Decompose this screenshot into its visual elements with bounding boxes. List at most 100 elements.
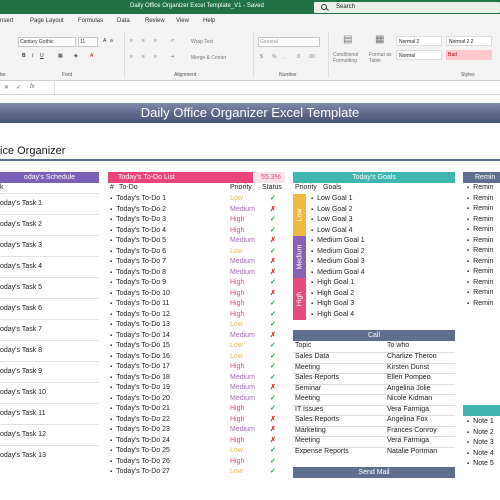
todo-status-icon[interactable]: ✓ — [270, 278, 276, 289]
todo-item[interactable]: Today's To-Do 18 — [110, 373, 228, 384]
reminder-item[interactable]: Remin — [467, 288, 493, 299]
tab-review[interactable]: Review — [145, 18, 165, 24]
reminder-item[interactable]: Remin — [467, 215, 493, 226]
insert-function-icon[interactable]: fx — [30, 84, 35, 90]
todo-item[interactable]: Today's To-Do 17 — [110, 362, 228, 373]
todo-status-icon[interactable]: ✓ — [270, 362, 276, 373]
todo-priority[interactable]: Medium — [230, 425, 255, 436]
todo-priority[interactable]: Medium — [230, 236, 255, 247]
todo-item[interactable]: Today's To-Do 20 — [110, 394, 228, 405]
tab-data[interactable]: Data — [117, 18, 130, 24]
todo-item[interactable]: Today's To-Do 22 — [110, 415, 228, 426]
schedule-item[interactable]: oday's Task 13 — [0, 451, 46, 462]
todo-item[interactable]: Today's To-Do 6 — [110, 247, 228, 258]
search-box[interactable]: Search — [314, 2, 500, 13]
formula-bar[interactable]: ✕ ✓ fx — [0, 81, 500, 95]
note-item[interactable]: Note 1 — [467, 417, 494, 428]
call-topic[interactable]: Meeting — [295, 363, 320, 374]
schedule-item[interactable]: oday's Task 5 — [0, 283, 42, 294]
todo-item[interactable]: Today's To-Do 15 — [110, 341, 228, 352]
note-item[interactable]: Note 5 — [467, 459, 494, 470]
todo-priority[interactable]: Low — [230, 467, 243, 478]
todo-status-icon[interactable]: ✗ — [270, 425, 276, 436]
goal-item[interactable]: High Goal 2 — [311, 289, 354, 300]
goal-item[interactable]: Low Goal 2 — [311, 205, 352, 216]
goal-item[interactable]: Medium Goal 1 — [311, 236, 364, 247]
todo-item[interactable]: Today's To-Do 27 — [110, 467, 228, 478]
decrease-decimal-icon[interactable]: .00 — [308, 54, 315, 60]
reminder-item[interactable]: Remin — [467, 236, 493, 247]
schedule-item[interactable]: oday's Task 6 — [0, 304, 42, 315]
orientation-icon[interactable]: ↗ — [170, 38, 174, 44]
schedule-item[interactable]: oday's Task 9 — [0, 367, 42, 378]
reminder-item[interactable]: Remin — [467, 225, 493, 236]
todo-priority[interactable]: Medium — [230, 383, 255, 394]
indent-icon[interactable]: ⇥ — [170, 54, 174, 60]
reminder-item[interactable]: Remin — [467, 183, 493, 194]
call-to-who[interactable]: Ellen Pompeo — [387, 373, 431, 384]
todo-item[interactable]: Today's To-Do 24 — [110, 436, 228, 447]
fill-color-icon[interactable]: ◈ — [74, 53, 78, 59]
todo-status-icon[interactable]: ✗ — [270, 383, 276, 394]
reminder-item[interactable]: Remin — [467, 246, 493, 257]
call-to-who[interactable]: Vera Farmiga — [387, 436, 429, 447]
goal-item[interactable]: Low Goal 1 — [311, 194, 352, 205]
todo-item[interactable]: Today's To-Do 10 — [110, 289, 228, 300]
style-normal[interactable]: Normal — [396, 50, 442, 60]
call-topic[interactable]: IT Issues — [295, 405, 323, 416]
todo-priority[interactable]: High — [230, 215, 244, 226]
merge-center-button[interactable]: Merge & Center — [191, 55, 226, 61]
todo-priority[interactable]: High — [230, 457, 244, 468]
todo-status-icon[interactable]: ✓ — [270, 404, 276, 415]
todo-priority[interactable]: Medium — [230, 205, 255, 216]
call-topic[interactable]: Expense Reports — [295, 447, 349, 458]
call-to-who[interactable]: Angelina Fox — [387, 415, 428, 426]
todo-status-icon[interactable]: ✓ — [270, 373, 276, 384]
font-color-icon[interactable]: A — [90, 53, 93, 59]
todo-item[interactable]: Today's To-Do 9 — [110, 278, 228, 289]
todo-status-icon[interactable]: ✗ — [270, 415, 276, 426]
align-center-icon[interactable]: ≡ — [142, 54, 145, 60]
todo-status-icon[interactable]: ✗ — [270, 236, 276, 247]
reminder-item[interactable]: Remin — [467, 278, 493, 289]
todo-priority[interactable]: High — [230, 226, 244, 237]
todo-status-icon[interactable]: ✗ — [270, 289, 276, 300]
todo-priority[interactable]: Medium — [230, 331, 255, 342]
style-normal-2-2[interactable]: Normal 2.2 — [446, 36, 492, 46]
todo-item[interactable]: Today's To-Do 7 — [110, 257, 228, 268]
schedule-item[interactable]: oday's Task 11 — [0, 409, 45, 420]
todo-priority[interactable]: Low — [230, 247, 243, 258]
todo-status-icon[interactable]: ✓ — [270, 194, 276, 205]
reminder-item[interactable]: Remin — [467, 194, 493, 205]
bold-icon[interactable]: B — [22, 53, 26, 59]
todo-item[interactable]: Today's To-Do 21 — [110, 404, 228, 415]
note-item[interactable]: Note 3 — [467, 438, 494, 449]
goal-item[interactable]: High Goal 4 — [311, 310, 354, 321]
schedule-item[interactable]: oday's Task 4 — [0, 262, 42, 273]
tab-help[interactable]: Help — [203, 18, 215, 24]
italic-icon[interactable]: I — [32, 53, 33, 59]
call-topic[interactable]: Seminar — [295, 384, 321, 395]
format-as-table-icon[interactable]: ▦ — [375, 34, 384, 45]
tab-insert[interactable]: nsert — [0, 18, 13, 24]
todo-item[interactable]: Today's To-Do 25 — [110, 446, 228, 457]
call-topic[interactable]: Meeting — [295, 436, 320, 447]
todo-priority[interactable]: Low — [230, 446, 243, 457]
percent-icon[interactable]: % — [272, 54, 276, 60]
schedule-item[interactable]: oday's Task 3 — [0, 241, 42, 252]
call-topic[interactable]: Sales Data — [295, 352, 329, 363]
schedule-item[interactable]: oday's Task 10 — [0, 388, 46, 399]
todo-status-icon[interactable]: ✓ — [270, 215, 276, 226]
align-left-icon[interactable]: ≡ — [130, 54, 133, 60]
todo-item[interactable]: Today's To-Do 12 — [110, 310, 228, 321]
call-topic[interactable]: Sales Reports — [295, 415, 339, 426]
format-as-table-button[interactable]: Format as Table — [369, 52, 397, 64]
todo-item[interactable]: Today's To-Do 4 — [110, 226, 228, 237]
todo-item[interactable]: Today's To-Do 8 — [110, 268, 228, 279]
todo-priority[interactable]: Low — [230, 194, 243, 205]
goal-item[interactable]: Medium Goal 3 — [311, 257, 364, 268]
call-to-who[interactable]: Charlize Theron — [387, 352, 437, 363]
align-middle-icon[interactable]: ≡ — [142, 38, 145, 44]
goal-item[interactable]: High Goal 1 — [311, 278, 354, 289]
todo-status-icon[interactable]: ✓ — [270, 341, 276, 352]
